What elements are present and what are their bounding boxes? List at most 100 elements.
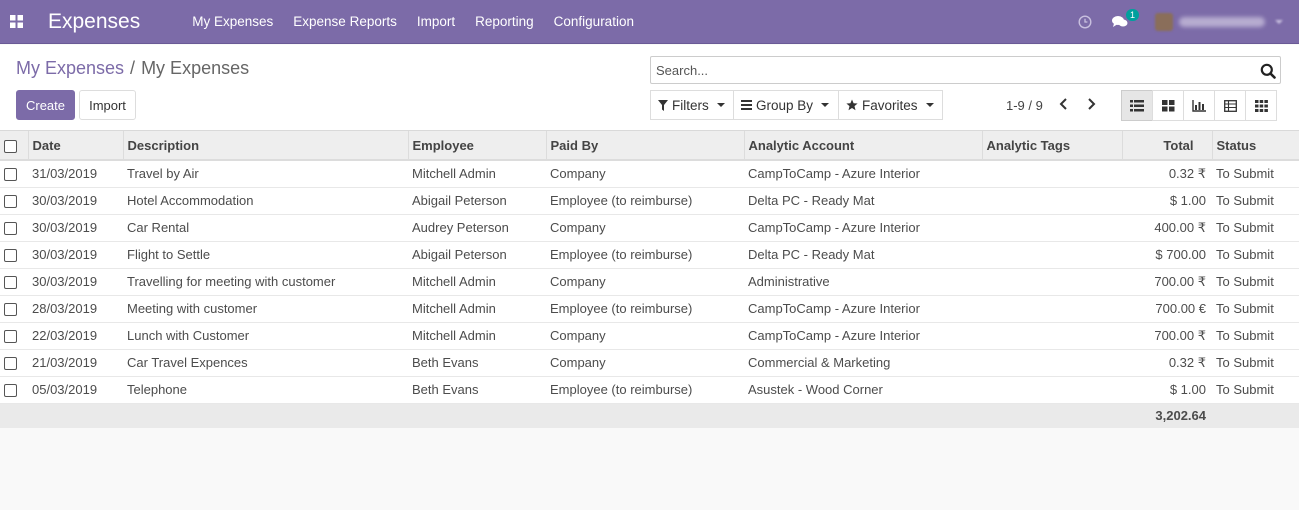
table-row[interactable]: 30/03/2019 Car Rental Audrey Peterson Compa… [0,214,1299,241]
filter-funnel-icon [658,99,668,111]
cell-total: 700.00 ₹ [1154,273,1206,289]
bar-chart-icon [1192,99,1206,112]
caret-down-icon [821,103,830,107]
pager-previous-icon[interactable] [1057,97,1071,111]
apps-menu-icon[interactable] [0,0,32,44]
search-input[interactable] [651,57,1241,83]
import-button[interactable]: Import [79,90,136,120]
table-row[interactable]: 30/03/2019 Hotel Accommodation Abigail Pet… [0,187,1299,214]
cell-description: Car Rental [127,220,190,235]
row-checkbox[interactable] [4,384,17,398]
menu-my-expenses[interactable]: My Expenses [192,14,273,29]
cell-total: 700.00 ₹ [1154,327,1206,343]
row-checkbox[interactable] [4,168,17,182]
pager-range[interactable]: 1-9 / 9 [1006,98,1043,113]
cell-date: 30/03/2019 [32,274,98,289]
table-row[interactable]: 30/03/2019 Travelling for meeting with cu… [0,268,1299,295]
table-row[interactable]: 22/03/2019 Lunch with Customer Mitchell Ad… [0,322,1299,349]
group-by-label: Group By [756,97,814,113]
search-icon[interactable] [1260,63,1276,79]
cell-description: Lunch with Customer [127,328,250,343]
column-header-paid-by[interactable]: Paid By [545,131,744,161]
table-row[interactable]: 30/03/2019 Flight to Settle Abigail Peters… [0,241,1299,268]
row-checkbox[interactable] [4,330,17,344]
cell-employee: Beth Evans [412,355,479,370]
column-header-analytic-account[interactable]: Analytic Account [743,131,982,161]
cell-description: Hotel Accommodation [127,193,254,208]
cell-date: 30/03/2019 [32,247,98,262]
kanban-view-icon [1161,99,1174,111]
list-view-icon [1130,99,1144,111]
column-header-status[interactable]: Status [1211,131,1299,161]
cell-analytic-account: CampToCamp - Azure Interior [748,301,920,316]
cell-analytic-account: CampToCamp - Azure Interior [748,166,920,182]
column-header-employee[interactable]: Employee [407,131,546,161]
kanban-view-button[interactable] [1152,90,1184,121]
filters-dropdown[interactable]: Filters [650,90,734,120]
list-view-button[interactable] [1121,90,1153,121]
cell-analytic-tags [982,268,1122,295]
messaging-menu[interactable]: 1 [1112,9,1140,29]
cell-paid-by: Employee (to reimburse) [550,247,693,262]
app-title[interactable]: Expenses [48,10,140,34]
row-checkbox[interactable] [4,276,17,290]
table-row[interactable]: 05/03/2019 Telephone Beth Evans Employee (t… [0,376,1299,403]
user-menu[interactable] [1155,13,1283,31]
activity-clock-icon[interactable] [1078,15,1092,29]
row-select-cell [0,241,28,268]
cell-status: To Submit [1216,166,1274,182]
pivot-view-button[interactable] [1214,90,1246,121]
row-select-cell [0,214,28,241]
row-select-cell [0,349,28,376]
column-header-total[interactable]: Total [1121,131,1212,161]
cell-paid-by: Company [550,220,606,235]
cell-status: To Submit [1216,274,1274,289]
select-all-cell [0,131,28,161]
pivot-table-icon [1223,99,1237,112]
column-header-description[interactable]: Description [122,131,408,161]
table-header-row: Date Description Employee Paid By Analyt… [0,131,1299,161]
main-menu: My Expenses Expense Reports Import Repor… [192,14,654,29]
control-panel: My Expenses / My Expenses Create Import … [0,45,1299,131]
menu-configuration[interactable]: Configuration [554,14,634,29]
select-all-checkbox[interactable] [4,139,17,153]
group-by-dropdown[interactable]: Group By [733,90,839,120]
menu-import[interactable]: Import [417,14,455,29]
column-header-analytic-tags[interactable]: Analytic Tags [981,131,1122,161]
favorites-dropdown[interactable]: Favorites [838,90,943,120]
footer-spacer [0,403,1122,428]
row-checkbox[interactable] [4,357,17,371]
table-row[interactable]: 28/03/2019 Meeting with customer Mitchell … [0,295,1299,322]
star-icon [846,99,858,111]
table-footer-row: 3,202.64 [0,403,1299,428]
footer-spacer-end [1212,403,1299,428]
row-checkbox[interactable] [4,303,17,317]
row-checkbox[interactable] [4,195,17,209]
row-checkbox[interactable] [4,222,17,236]
cell-total: $ 700.00 [1155,247,1206,262]
cell-employee: Mitchell Admin [412,301,496,316]
create-button[interactable]: Create [16,90,75,120]
pager-next-icon[interactable] [1084,97,1098,111]
cell-employee: Beth Evans [412,382,479,397]
cell-description: Travelling for meeting with customer [127,274,336,289]
table-row[interactable]: 31/03/2019 Travel by Air Mitchell Admin Com… [0,160,1299,187]
cell-paid-by: Company [550,166,606,182]
grid-view-button[interactable] [1245,90,1277,121]
menu-reporting[interactable]: Reporting [475,14,534,29]
graph-view-button[interactable] [1183,90,1215,121]
cell-description: Meeting with customer [127,301,258,316]
column-header-date[interactable]: Date [27,131,123,161]
expenses-table: Date Description Employee Paid By Analyt… [0,131,1299,428]
cell-paid-by: Employee (to reimburse) [550,193,693,208]
menu-expense-reports[interactable]: Expense Reports [293,14,397,29]
search-box [650,56,1281,84]
row-checkbox[interactable] [4,249,17,263]
row-select-cell [0,376,28,403]
table-row[interactable]: 21/03/2019 Car Travel Expences Beth Evans C… [0,349,1299,376]
cell-analytic-account: Delta PC - Ready Mat [748,193,875,208]
cell-date: 30/03/2019 [32,193,98,208]
breadcrumb-parent[interactable]: My Expenses [16,58,124,79]
cell-total: 0.32 ₹ [1168,165,1206,181]
view-switcher [1121,90,1277,121]
